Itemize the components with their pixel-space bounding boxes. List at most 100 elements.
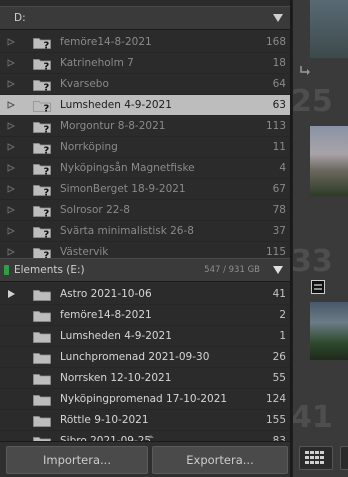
photo-count: 37 bbox=[272, 225, 286, 237]
folder-name: Nyköpingpromenad 17-10-2021 bbox=[60, 393, 228, 405]
folder-row[interactable]: Röttle 9-10-2021 155 bbox=[0, 410, 292, 431]
photo-count: 18 bbox=[272, 57, 286, 69]
photo-count: 4 bbox=[279, 162, 286, 174]
folder-name: femöre14-8-2021 bbox=[60, 309, 152, 321]
folder-list-d: ? femöre14-8-2021 168? Katrineholm 7 18? Kvar… bbox=[0, 32, 292, 263]
folder-icon bbox=[33, 395, 51, 406]
folder-list-elements: Astro 2021-10-06 41 femöre14-8-2021 2 Lumshe… bbox=[0, 284, 292, 452]
folder-row[interactable]: ? Svärta minimalistisk 26-8 37 bbox=[0, 221, 292, 242]
svg-text:?: ? bbox=[44, 188, 50, 197]
expand-arrow-icon[interactable] bbox=[6, 179, 16, 199]
photo-count: 155 bbox=[265, 414, 286, 426]
svg-text:?: ? bbox=[44, 62, 50, 71]
svg-text:?: ? bbox=[44, 83, 50, 92]
grid-view-edge: 25 33 41 bbox=[293, 0, 348, 477]
photo-count: 11 bbox=[272, 141, 286, 153]
folder-row[interactable]: Norrsken 12-10-2021 55 bbox=[0, 368, 292, 389]
folder-row[interactable]: ? Nyköpingsån Magnetfiske 4 bbox=[0, 158, 292, 179]
folder-name: Lunchpromenad 2021-09-30 bbox=[60, 351, 210, 363]
thumbnail[interactable] bbox=[310, 0, 348, 58]
volume-header-elements[interactable]: Elements (E:) 547 / 931 GB bbox=[0, 258, 292, 282]
folder-row[interactable]: ? femöre14-8-2021 168 bbox=[0, 32, 292, 53]
photo-count: 1 bbox=[279, 330, 286, 342]
folder-name: SimonBerget 18-9-2021 bbox=[60, 183, 186, 195]
folder-name: Röttle 9-10-2021 bbox=[60, 414, 149, 426]
folder-row[interactable]: Lumsheden 4-9-2021 1 bbox=[0, 326, 292, 347]
expand-arrow-icon[interactable] bbox=[6, 158, 16, 178]
stack-icon[interactable] bbox=[311, 280, 325, 294]
volume-name: Elements (E:) bbox=[14, 264, 85, 276]
folder-row[interactable]: ? Morgontur 8-8-2021 113 bbox=[0, 116, 292, 137]
scroll-up-icon[interactable] bbox=[148, 435, 154, 438]
photo-count: 55 bbox=[272, 372, 286, 384]
photo-count: 124 bbox=[265, 393, 286, 405]
folder-row[interactable]: Astro 2021-10-06 41 bbox=[0, 284, 292, 305]
folder-name: Katrineholm 7 bbox=[60, 57, 134, 69]
panel-footer: Importera... Exportera... bbox=[0, 441, 292, 477]
expand-arrow-icon[interactable] bbox=[6, 95, 16, 115]
rotate-arrow-icon[interactable] bbox=[299, 64, 311, 76]
folder-name: Morgontur 8-8-2021 bbox=[60, 120, 166, 132]
thumbnail[interactable] bbox=[310, 126, 348, 196]
grid-cell-number: 41 bbox=[293, 400, 333, 435]
folder-name: Nyköpingsån Magnetfiske bbox=[60, 162, 195, 174]
missing-folder-icon: ? bbox=[33, 101, 51, 113]
photo-count: 26 bbox=[272, 351, 286, 363]
folder-row[interactable]: ? Lumsheden 4-9-2021 63 bbox=[0, 95, 292, 116]
folder-icon bbox=[33, 332, 51, 343]
folder-name: Kvarsebo bbox=[60, 78, 109, 90]
svg-text:?: ? bbox=[44, 104, 50, 113]
folder-row[interactable]: ? Katrineholm 7 18 bbox=[0, 53, 292, 74]
folder-name: femöre14-8-2021 bbox=[60, 36, 152, 48]
photo-count: 41 bbox=[272, 288, 286, 300]
collapse-triangle-icon[interactable] bbox=[271, 11, 285, 25]
folder-row[interactable]: Lunchpromenad 2021-09-30 26 bbox=[0, 347, 292, 368]
folder-icon bbox=[33, 374, 51, 385]
expand-arrow-icon[interactable] bbox=[6, 53, 16, 73]
expand-arrow-icon[interactable] bbox=[6, 200, 16, 220]
expand-arrow-icon[interactable] bbox=[6, 116, 16, 136]
folder-name: Svärta minimalistisk 26-8 bbox=[60, 225, 194, 237]
folder-name: Lumsheden 4-9-2021 bbox=[60, 99, 172, 111]
export-button[interactable]: Exportera... bbox=[152, 446, 288, 474]
expand-arrow-icon[interactable] bbox=[6, 221, 16, 241]
expand-arrow-icon[interactable] bbox=[6, 284, 16, 304]
svg-text:?: ? bbox=[44, 230, 50, 239]
import-button[interactable]: Importera... bbox=[6, 446, 148, 474]
missing-folder-icon: ? bbox=[33, 206, 51, 217]
photo-count: 67 bbox=[272, 183, 286, 195]
folder-row[interactable]: ? SimonBerget 18-9-2021 67 bbox=[0, 179, 292, 200]
folder-row[interactable]: ? Solrosor 22-8 78 bbox=[0, 200, 292, 221]
missing-folder-icon: ? bbox=[33, 80, 51, 92]
expand-arrow-icon[interactable] bbox=[6, 74, 16, 94]
folder-row[interactable]: femöre14-8-2021 2 bbox=[0, 305, 292, 326]
photo-count: 168 bbox=[265, 36, 286, 48]
folder-name: Lumsheden 4-9-2021 bbox=[60, 330, 172, 342]
missing-folder-icon: ? bbox=[33, 164, 51, 175]
folder-row[interactable]: ? Norrköping 11 bbox=[0, 137, 292, 158]
volume-header-d[interactable]: D: bbox=[0, 6, 292, 30]
svg-text:?: ? bbox=[44, 41, 50, 50]
loupe-view-button[interactable] bbox=[340, 446, 348, 470]
grid-icon bbox=[305, 451, 324, 464]
collapse-triangle-icon[interactable] bbox=[271, 263, 285, 277]
folder-icon bbox=[33, 311, 51, 322]
folder-name: Norrköping bbox=[60, 141, 118, 153]
folder-row[interactable]: Nyköpingpromenad 17-10-2021 124 bbox=[0, 389, 292, 410]
thumbnail[interactable] bbox=[310, 302, 348, 360]
folder-icon bbox=[33, 290, 51, 301]
grid-view-button[interactable] bbox=[299, 446, 333, 470]
folder-name: Solrosor 22-8 bbox=[60, 204, 130, 216]
missing-folder-icon: ? bbox=[33, 59, 51, 71]
svg-text:?: ? bbox=[44, 146, 50, 155]
folder-row[interactable]: ? Kvarsebo 64 bbox=[0, 74, 292, 95]
expand-arrow-icon[interactable] bbox=[6, 32, 16, 52]
missing-folder-icon: ? bbox=[33, 185, 51, 197]
missing-folder-icon: ? bbox=[33, 122, 51, 133]
photo-count: 2 bbox=[279, 309, 286, 321]
photo-count: 64 bbox=[272, 78, 286, 90]
volume-status-indicator bbox=[4, 265, 9, 275]
photo-count: 78 bbox=[272, 204, 286, 216]
grid-cell-number: 25 bbox=[293, 84, 333, 119]
expand-arrow-icon[interactable] bbox=[6, 137, 16, 157]
